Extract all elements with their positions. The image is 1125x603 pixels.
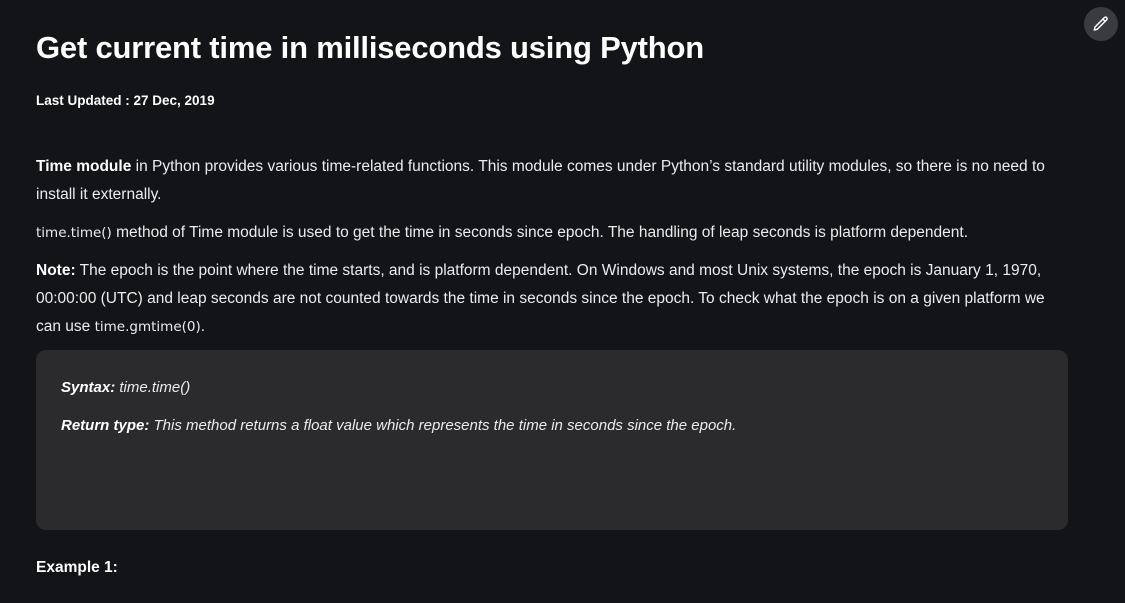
syntax-box: Syntax: time.time() Return type: This me… <box>36 350 1068 530</box>
note-end: . <box>200 318 206 335</box>
syntax-value: time.time() <box>115 379 191 396</box>
syntax-line: Syntax: time.time() <box>61 379 190 396</box>
intro-paragraph: Time module in Python provides various t… <box>36 153 1068 209</box>
return-type-value: This method returns a float value which … <box>149 417 737 434</box>
edit-button[interactable] <box>1084 7 1118 41</box>
return-type-label: Return type: <box>61 417 150 434</box>
example-heading: Example 1: <box>36 559 118 576</box>
note-paragraph: Note: The epoch is the point where the t… <box>36 257 1068 341</box>
page-title: Get current time in milliseconds using P… <box>36 30 704 65</box>
syntax-label: Syntax: <box>61 379 116 396</box>
return-type-line: Return type: This method returns a float… <box>61 417 736 434</box>
time-module-bold: Time module <box>36 158 132 175</box>
last-updated: Last Updated : 27 Dec, 2019 <box>36 93 215 108</box>
note-label: Note: <box>36 262 76 279</box>
time-method-text: method of Time module is used to get the… <box>111 224 969 241</box>
inline-code-gmtime: time.gmtime(0) <box>94 319 201 335</box>
time-method-paragraph: time.time() method of Time module is use… <box>36 219 1068 247</box>
inline-code-time: time.time() <box>36 225 112 241</box>
intro-text: in Python provides various time-related … <box>36 158 1045 203</box>
pencil-icon <box>1093 16 1108 31</box>
